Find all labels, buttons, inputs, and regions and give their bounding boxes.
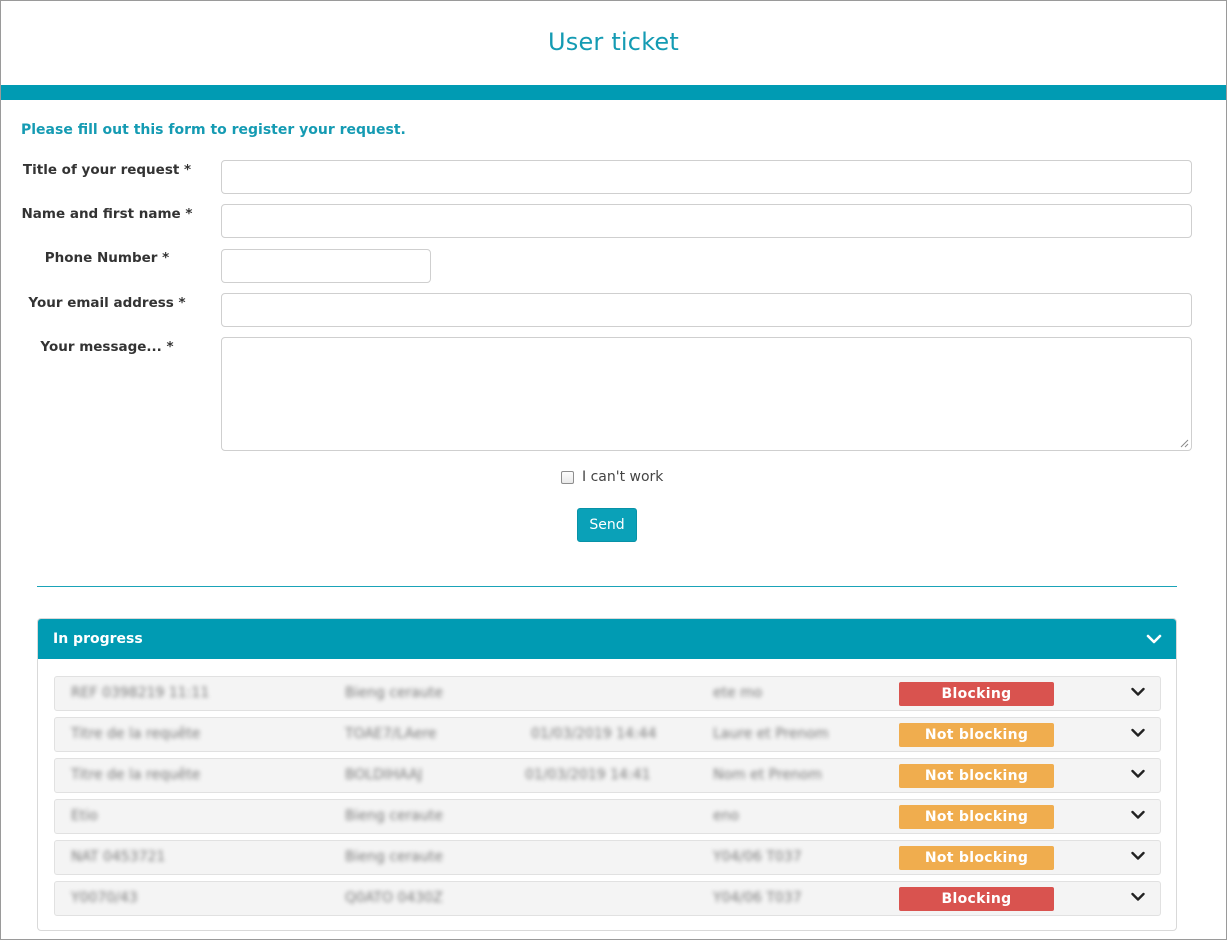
ticket-title: Etio <box>71 808 98 824</box>
chevron-down-icon[interactable] <box>1129 847 1147 865</box>
ticket-status: Bieng ceraute <box>345 808 443 824</box>
cant-work-label: I can't work <box>582 469 664 485</box>
ticket-row[interactable]: Titre de la requête BOLDIHAAJ 01/03/2019… <box>54 758 1161 793</box>
priority-badge: Not blocking <box>899 805 1054 829</box>
ticket-title: Titre de la requête <box>71 726 201 742</box>
email-label: Your email address * <box>28 295 186 311</box>
chevron-down-icon[interactable] <box>1144 629 1164 649</box>
ticket-title: REF 0398219 11:11 <box>71 685 210 701</box>
priority-badge: Blocking <box>899 887 1054 911</box>
priority-badge: Not blocking <box>899 723 1054 747</box>
section-divider <box>37 586 1177 587</box>
title-input[interactable] <box>221 160 1192 194</box>
ticket-status: Bieng ceraute <box>345 685 443 701</box>
page-frame: User ticket Please fill out this form to… <box>0 0 1227 940</box>
page-header: User ticket <box>1 1 1226 85</box>
ticket-status: TOAE7/LAere <box>345 726 437 742</box>
ticket-status: BOLDIHAAJ <box>345 767 423 783</box>
ticket-user: ete mo <box>713 685 763 701</box>
ticket-title: Y0070/43 <box>71 890 138 906</box>
ticket-date: 01/03/2019 14:41 <box>525 767 651 783</box>
panel-header[interactable]: In progress <box>38 619 1176 659</box>
ticket-user: Nom et Prenom <box>713 767 823 783</box>
chevron-down-icon[interactable] <box>1129 806 1147 824</box>
ticket-row[interactable]: Etio Bieng ceraute eno Not blocking <box>54 799 1161 834</box>
phone-label: Phone Number * <box>44 250 170 266</box>
ticket-row[interactable]: NAT 0453721 Bieng ceraute Y04/06 T037 No… <box>54 840 1161 875</box>
chevron-down-icon[interactable] <box>1129 724 1147 742</box>
ticket-user: Y04/06 T037 <box>713 849 802 865</box>
ticket-row[interactable]: REF 0398219 11:11 Bieng ceraute ete mo B… <box>54 676 1161 711</box>
chevron-down-icon[interactable] <box>1129 765 1147 783</box>
priority-badge: Blocking <box>899 682 1054 706</box>
chevron-down-icon[interactable] <box>1129 683 1147 701</box>
chevron-down-icon[interactable] <box>1129 888 1147 906</box>
page-title: User ticket <box>547 28 680 56</box>
email-input[interactable] <box>221 293 1192 327</box>
ticket-status: Bieng ceraute <box>345 849 443 865</box>
ticket-title: Titre de la requête <box>71 767 201 783</box>
header-accent-bar <box>1 85 1226 100</box>
ticket-row[interactable]: Y0070/43 Q0ATO 0430Z Y04/06 T037 Blockin… <box>54 881 1161 916</box>
cant-work-checkbox[interactable] <box>561 470 574 484</box>
in-progress-panel: In progress REF 0398219 11:11 Bieng cera… <box>37 618 1177 931</box>
name-label: Name and first name * <box>21 206 193 222</box>
ticket-user: eno <box>713 808 740 824</box>
panel-title: In progress <box>53 631 143 647</box>
ticket-row[interactable]: Titre de la requête TOAE7/LAere 01/03/20… <box>54 717 1161 752</box>
ticket-user: Y04/06 T037 <box>713 890 802 906</box>
ticket-status: Q0ATO 0430Z <box>345 890 443 906</box>
ticket-date: 01/03/2019 14:44 <box>531 726 657 742</box>
name-input[interactable] <box>221 204 1192 238</box>
ticket-user: Laure et Prenom <box>713 726 829 742</box>
message-label: Your message... * <box>40 339 174 355</box>
form-intro: Please fill out this form to register yo… <box>21 122 406 138</box>
resize-grip-icon[interactable] <box>1180 439 1189 448</box>
priority-badge: Not blocking <box>899 846 1054 870</box>
priority-badge: Not blocking <box>899 764 1054 788</box>
message-textarea[interactable] <box>221 337 1192 451</box>
phone-input[interactable] <box>221 249 431 283</box>
cant-work-row[interactable]: I can't work <box>561 469 663 485</box>
title-label: Title of your request * <box>22 162 192 178</box>
send-button[interactable]: Send <box>577 508 637 542</box>
ticket-title: NAT 0453721 <box>71 849 166 865</box>
